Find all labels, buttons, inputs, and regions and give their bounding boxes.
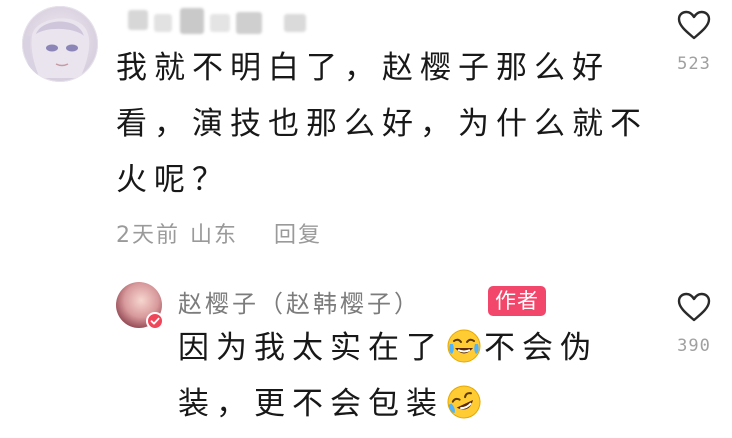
comment-like-button[interactable]: 523 — [672, 10, 716, 74]
author-avatar[interactable] — [116, 282, 164, 330]
reply-text-part1: 因为我太实在了 — [178, 330, 444, 366]
commenter-avatar[interactable] — [22, 6, 98, 82]
comment-time: 2天前 — [116, 223, 180, 248]
rolling-laughing-emoji-icon — [446, 382, 482, 419]
comment-meta: 2天前 山东 回复 — [116, 217, 322, 249]
comment-location: 山东 — [190, 223, 239, 248]
anime-portrait-icon — [25, 18, 90, 78]
reply-button[interactable]: 回复 — [274, 217, 322, 249]
verified-check-icon — [146, 312, 164, 330]
reply-like-button[interactable]: 390 — [672, 292, 716, 356]
comment-body: 我就不明白了，赵樱子那么好看，演技也那么好，为什么就不火呢？ — [116, 50, 648, 198]
heart-outline-icon — [672, 292, 716, 322]
comment-like-count: 523 — [677, 54, 711, 74]
heart-outline-icon — [672, 10, 716, 40]
commenter-username-blurred[interactable] — [122, 6, 322, 36]
crying-laughing-emoji-icon — [446, 326, 482, 363]
reply-body: 因为我太实在了 不会伪装，更不会包装 — [178, 320, 608, 432]
author-badge: 作者 — [488, 286, 546, 316]
reply-like-count: 390 — [677, 336, 711, 356]
reply-author-name[interactable]: 赵樱子（赵韩樱子） — [178, 284, 421, 319]
